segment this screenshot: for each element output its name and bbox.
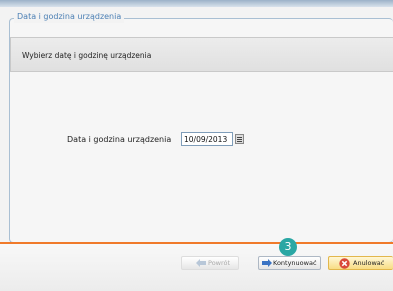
cancel-x-icon	[339, 258, 350, 269]
cancel-button[interactable]: Anulować	[328, 256, 393, 270]
arrow-left-icon	[196, 259, 206, 267]
instruction-panel: Wybierz datę i godzinę urządzenia	[10, 37, 393, 72]
step-callout-badge: 3	[279, 238, 297, 256]
datetime-label: Data i godzina urządzenia	[67, 135, 172, 144]
back-button-label: Powrót	[208, 259, 231, 267]
title-bar	[0, 0, 393, 7]
wizard-window: Data i godzina urządzenia Wybierz datę i…	[0, 0, 393, 291]
back-button[interactable]: Powrót	[181, 256, 239, 270]
arrow-right-icon	[262, 259, 272, 267]
instruction-text: Wybierz datę i godzinę urządzenia	[22, 51, 152, 60]
continue-button[interactable]: Kontynuować	[258, 256, 321, 270]
fieldset-legend: Data i godzina urządzenia	[14, 11, 125, 23]
calendar-picker-icon[interactable]	[235, 134, 244, 144]
cancel-button-label: Anulować	[353, 259, 385, 267]
datetime-input[interactable]	[181, 132, 233, 146]
continue-button-label: Kontynuować	[273, 259, 317, 267]
